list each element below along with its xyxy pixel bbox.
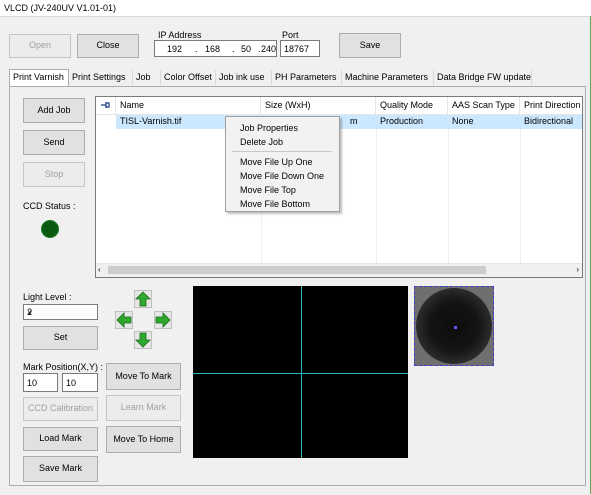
- crosshair-vertical: [301, 286, 302, 458]
- arrow-up-icon: [135, 291, 151, 307]
- column-header-print-direction[interactable]: Print Direction: [520, 97, 582, 114]
- move-to-mark-button[interactable]: Move To Mark: [106, 363, 181, 390]
- job-aas-cell: None: [452, 116, 474, 126]
- tab-machine-parameters[interactable]: Machine Parameters: [342, 70, 434, 85]
- ip-address-label: IP Address: [158, 30, 202, 40]
- ip-octet-4: 240: [261, 44, 277, 54]
- mark-image: [416, 288, 492, 364]
- column-header-name[interactable]: Name: [116, 97, 261, 114]
- ip-octet-3: 50: [241, 44, 252, 54]
- port-input[interactable]: 18767: [280, 40, 320, 57]
- move-down-button[interactable]: [134, 331, 152, 349]
- menu-item-delete-job[interactable]: Delete Job: [240, 137, 283, 147]
- open-button[interactable]: Open: [9, 34, 71, 58]
- arrow-right-icon: [155, 312, 171, 328]
- tab-ph-parameters[interactable]: PH Parameters: [272, 70, 342, 85]
- tab-job[interactable]: Job: [133, 70, 161, 85]
- table-row[interactable]: TISL-Varnish.tif m Production None Bidir…: [116, 115, 582, 129]
- send-button[interactable]: Send: [23, 130, 85, 155]
- ip-dot-1: .: [195, 44, 198, 54]
- crosshair-horizontal: [193, 373, 408, 374]
- load-mark-button[interactable]: Load Mark: [23, 427, 98, 451]
- ip-dot-2: .: [232, 44, 235, 54]
- tab-print-settings[interactable]: Print Settings: [69, 70, 133, 85]
- tab-color-offset[interactable]: Color Offset: [161, 70, 216, 85]
- mark-thumbnail[interactable]: [414, 286, 494, 366]
- tab-data-bridge-fw-update[interactable]: Data Bridge FW update: [434, 70, 532, 85]
- mark-y-value: 10: [66, 378, 77, 388]
- menu-item-job-properties[interactable]: Job Properties: [240, 123, 298, 133]
- port-label: Port: [282, 30, 299, 40]
- scrollbar-thumb[interactable]: [108, 266, 486, 274]
- window-title: VLCD (JV-240UV V1.01-01): [4, 3, 117, 13]
- column-divider: [376, 114, 377, 264]
- mark-position-label: Mark Position(X,Y) :: [23, 362, 104, 372]
- move-to-home-button[interactable]: Move To Home: [106, 426, 181, 453]
- arrow-down-icon: [135, 332, 151, 348]
- port-value: 18767: [284, 44, 310, 54]
- tab-print-varnish[interactable]: Print Varnish: [9, 69, 69, 86]
- column-header-quality-mode[interactable]: Quality Mode: [376, 97, 448, 114]
- close-button[interactable]: Close: [77, 34, 139, 58]
- light-level-select[interactable]: 2 ∨: [23, 304, 98, 320]
- menu-item-move-file-top[interactable]: Move File Top: [240, 185, 296, 195]
- stop-button[interactable]: Stop: [23, 162, 85, 187]
- menu-separator: [232, 151, 332, 152]
- add-job-button[interactable]: Add Job: [23, 98, 85, 123]
- learn-mark-button[interactable]: Learn Mark: [106, 395, 181, 421]
- pin-icon[interactable]: [96, 97, 116, 114]
- mark-y-input[interactable]: 10: [62, 373, 98, 392]
- move-right-button[interactable]: [154, 311, 172, 329]
- ccd-status-label: CCD Status :: [23, 201, 76, 211]
- column-header-size[interactable]: Size (WxH): [261, 97, 376, 114]
- mark-x-value: 10: [27, 378, 38, 388]
- scroll-right-icon[interactable]: ›: [576, 265, 579, 274]
- ip-octet-1: 192: [167, 44, 183, 54]
- title-bar: VLCD (JV-240UV V1.01-01): [0, 0, 591, 17]
- context-menu: Job Properties Delete Job Move File Up O…: [225, 116, 340, 212]
- chevron-down-icon: ∨: [27, 308, 33, 317]
- ip-octet-2: 168: [205, 44, 221, 54]
- ccd-status-indicator: [41, 220, 59, 238]
- mark-x-input[interactable]: 10: [23, 373, 58, 392]
- scroll-left-icon[interactable]: ‹: [98, 265, 101, 274]
- menu-item-move-file-bottom[interactable]: Move File Bottom: [240, 199, 310, 209]
- horizontal-scrollbar[interactable]: ‹ ›: [96, 263, 582, 277]
- job-name-cell: TISL-Varnish.tif: [120, 116, 182, 126]
- ccd-calibration-button[interactable]: CCD Calibration: [23, 397, 98, 421]
- job-size-cell: m: [350, 116, 358, 126]
- menu-item-move-file-up-one[interactable]: Move File Up One: [240, 157, 313, 167]
- column-divider: [448, 114, 449, 264]
- job-list-header: Name Size (WxH) Quality Mode AAS Scan Ty…: [96, 97, 582, 115]
- job-quality-cell: Production: [380, 116, 424, 126]
- mark-center-dot: [454, 326, 457, 329]
- save-button[interactable]: Save: [339, 33, 401, 58]
- save-mark-button[interactable]: Save Mark: [23, 456, 98, 482]
- move-up-button[interactable]: [134, 290, 152, 308]
- tab-job-ink-use[interactable]: Job ink use: [216, 70, 272, 85]
- column-header-aas-scan-type[interactable]: AAS Scan Type: [448, 97, 520, 114]
- column-divider: [520, 114, 521, 264]
- ip-address-input[interactable]: 192 . 168 . 50 . 240: [154, 40, 277, 57]
- menu-item-move-file-down-one[interactable]: Move File Down One: [240, 171, 324, 181]
- arrow-left-icon: [116, 312, 132, 328]
- move-left-button[interactable]: [115, 311, 133, 329]
- set-button[interactable]: Set: [23, 326, 98, 350]
- light-level-label: Light Level :: [23, 292, 72, 302]
- job-direction-cell: Bidirectional: [524, 116, 574, 126]
